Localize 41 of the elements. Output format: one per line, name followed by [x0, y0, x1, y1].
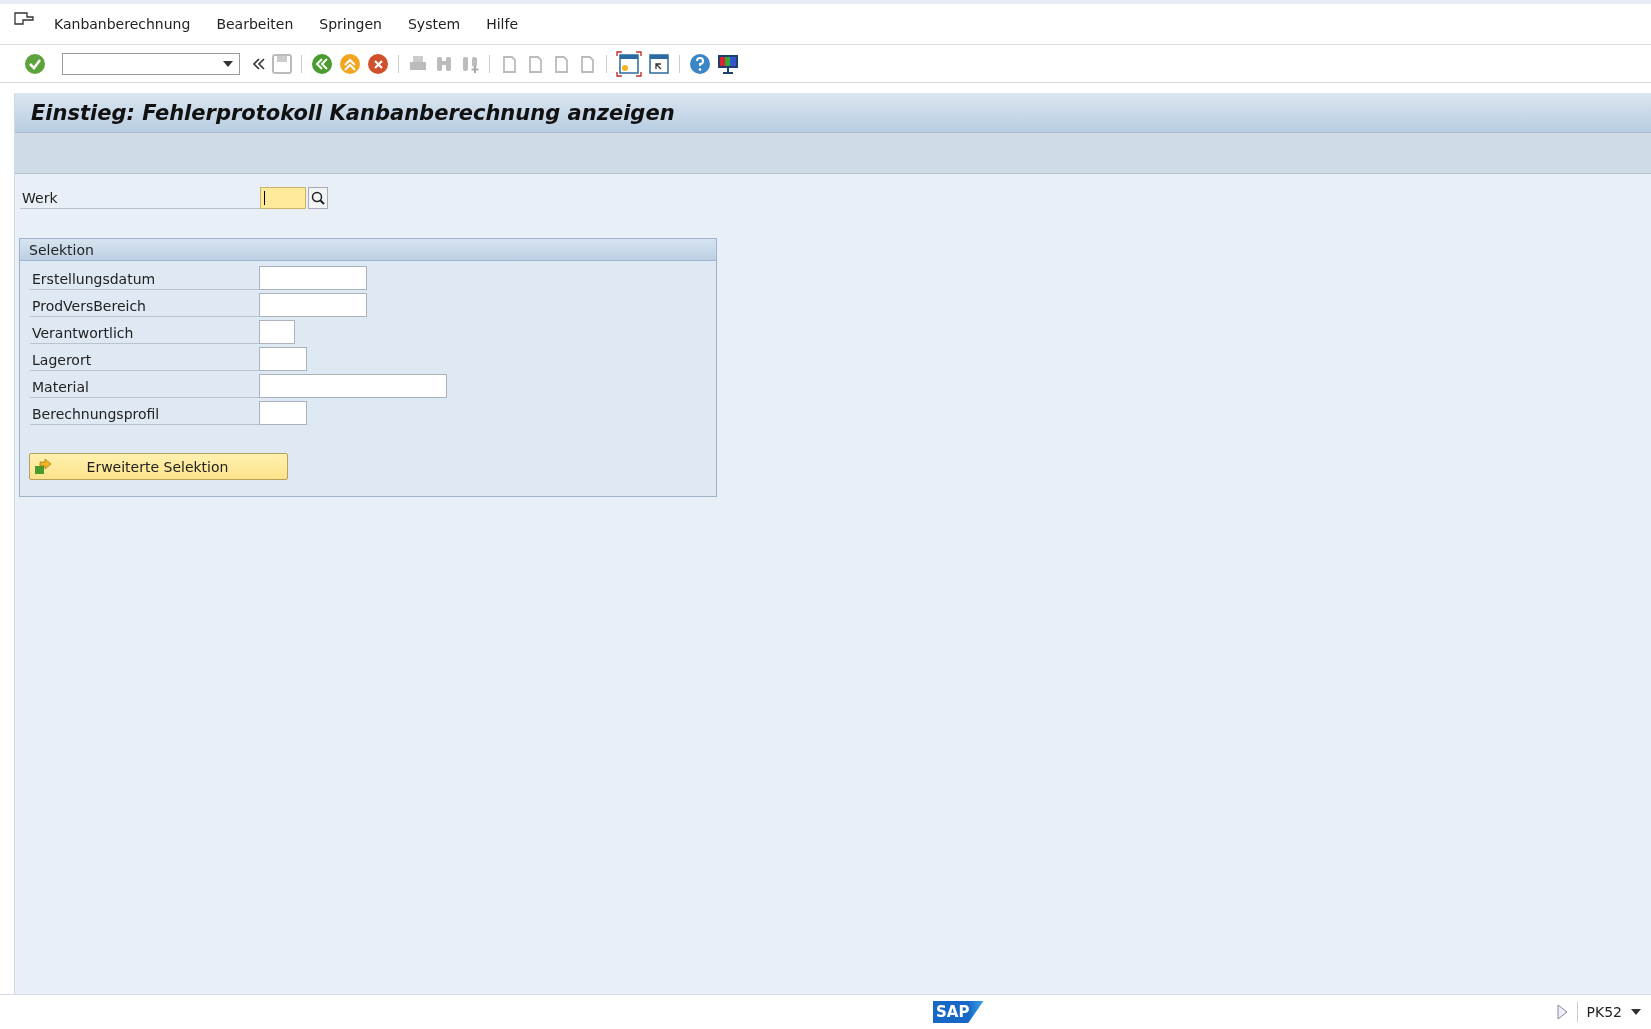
field-label: Lagerort: [30, 349, 259, 371]
back-icon[interactable]: [311, 52, 333, 75]
logo: SAP: [933, 1001, 984, 1023]
extended-selection-button[interactable]: Erweiterte Selektion: [29, 453, 288, 480]
input-field[interactable]: [259, 320, 295, 344]
field-label: Verantwortlich: [30, 322, 259, 344]
field-label: Material: [30, 376, 259, 398]
caret-icon[interactable]: [1631, 1009, 1641, 1015]
input-field[interactable]: [259, 401, 307, 425]
exit-icon[interactable]: [339, 52, 361, 75]
menu-item[interactable]: Springen: [319, 16, 382, 32]
input-field[interactable]: [259, 266, 367, 290]
new-window-icon[interactable]: [616, 50, 642, 77]
input-field[interactable]: [259, 293, 367, 317]
double-chevron-icon[interactable]: [252, 56, 266, 71]
search-icon[interactable]: [308, 187, 328, 209]
menu-item[interactable]: Kanbanberechnung: [54, 16, 191, 32]
field-label: Erstellungsdatum: [30, 268, 259, 290]
screen-title: Einstieg: Fehlerprotokoll Kanbanberechnung anzeigen: [31, 100, 675, 125]
play-icon[interactable]: [1555, 1004, 1568, 1020]
monitor-icon[interactable]: [717, 52, 739, 75]
menu-item[interactable]: System: [407, 16, 461, 32]
field-label: Berechnungsprofil: [30, 403, 259, 425]
caret-icon[interactable]: [223, 60, 233, 67]
menu-item[interactable]: Hilfe: [486, 16, 519, 32]
menu-item[interactable]: Bearbeiten: [216, 16, 294, 32]
transaction-code: PK52: [1586, 1004, 1622, 1020]
input-field[interactable]: [259, 374, 447, 398]
arrow-icon: [34, 458, 52, 475]
shortcut-window-icon[interactable]: [648, 52, 670, 75]
input-field[interactable]: [259, 347, 307, 371]
help-icon[interactable]: [689, 52, 711, 75]
check-icon[interactable]: [24, 52, 46, 75]
input-field[interactable]: [260, 187, 306, 209]
menu-icon[interactable]: [14, 11, 34, 27]
command-field[interactable]: [62, 52, 240, 75]
group-title: Selektion: [29, 241, 94, 258]
save-icon[interactable]: [272, 53, 292, 74]
field-label: ProdVersBereich: [30, 295, 259, 317]
cancel-icon[interactable]: [367, 52, 389, 75]
field-label: Werk: [20, 187, 260, 209]
